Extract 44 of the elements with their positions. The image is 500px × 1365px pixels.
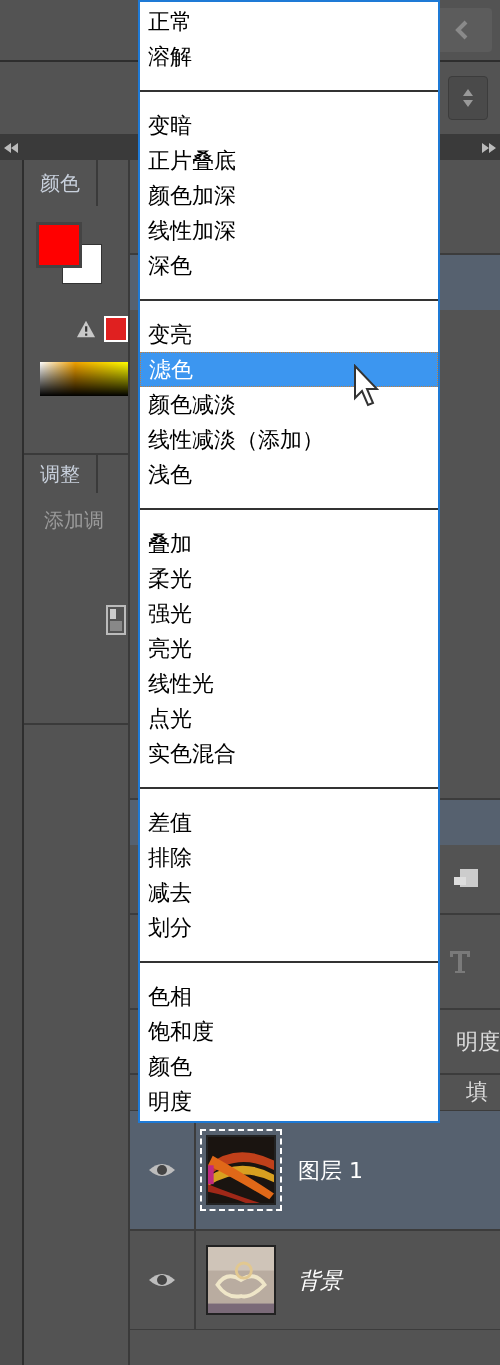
menu-item[interactable]: 叠加 — [140, 526, 438, 561]
menu-item[interactable]: 色相 — [140, 979, 438, 1014]
menu-item[interactable]: 浅色 — [140, 457, 438, 492]
mouse-cursor-icon — [353, 364, 379, 408]
spinner-button[interactable] — [448, 76, 488, 120]
up-down-icon — [462, 87, 474, 109]
menu-item[interactable]: 深色 — [140, 248, 438, 283]
chevron-left-icon — [455, 20, 469, 40]
menu-item[interactable]: 饱和度 — [140, 1014, 438, 1049]
menu-item[interactable]: 差值 — [140, 805, 438, 840]
menu-item[interactable]: 正常 — [140, 4, 438, 39]
menu-item[interactable]: 线性光 — [140, 666, 438, 701]
adjustments-tab[interactable]: 调整 — [24, 455, 98, 493]
gamut-swatch[interactable] — [104, 316, 128, 342]
menu-item[interactable]: 线性减淡（添加） — [140, 422, 438, 457]
double-right-arrow-icon[interactable] — [482, 143, 496, 153]
menu-item[interactable]: 强光 — [140, 596, 438, 631]
eye-icon[interactable] — [147, 1161, 177, 1179]
menu-item[interactable]: 颜色 — [140, 1049, 438, 1084]
menu-item[interactable]: 变亮 — [140, 317, 438, 352]
color-ramp[interactable] — [40, 362, 128, 396]
adjustments-hint: 添加调 — [44, 507, 105, 534]
menu-item[interactable]: 颜色加深 — [140, 178, 438, 213]
warning-icon[interactable] — [76, 319, 96, 339]
double-left-arrow-icon[interactable] — [4, 143, 18, 153]
eye-icon[interactable] — [147, 1271, 177, 1289]
levels-icon[interactable] — [106, 605, 126, 635]
menu-item[interactable]: 减去 — [140, 875, 438, 910]
menu-item[interactable]: 颜色减淡 — [140, 387, 438, 422]
menu-item[interactable]: 实色混合 — [140, 736, 438, 771]
menu-item[interactable]: 线性加深 — [140, 213, 438, 248]
menu-item[interactable]: 划分 — [140, 910, 438, 945]
layer-name: 背景 — [298, 1266, 342, 1295]
menu-item[interactable]: 排除 — [140, 840, 438, 875]
menu-item[interactable]: 变暗 — [140, 108, 438, 143]
opacity-label: 明度 — [456, 1028, 500, 1056]
layer-row[interactable]: 背景 — [130, 1230, 500, 1330]
menu-item[interactable]: 正片叠底 — [140, 143, 438, 178]
fill-label: 填 — [466, 1078, 488, 1106]
menu-item[interactable]: 溶解 — [140, 39, 438, 74]
menu-item[interactable]: 亮光 — [140, 631, 438, 666]
menu-item[interactable]: 柔光 — [140, 561, 438, 596]
layer-name: 图层 1 — [298, 1156, 363, 1185]
menu-item[interactable]: 点光 — [140, 701, 438, 736]
